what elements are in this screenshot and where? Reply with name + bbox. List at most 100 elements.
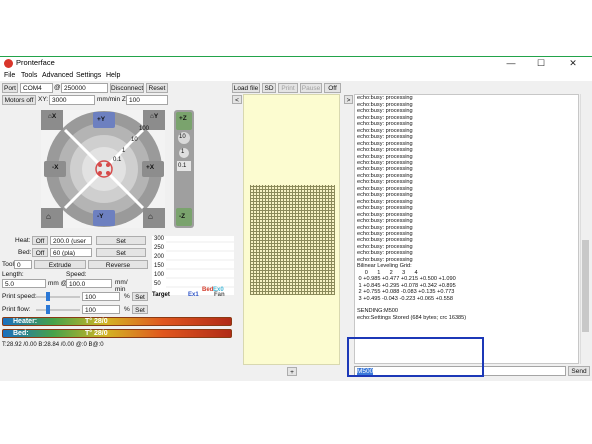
menu-tools[interactable]: Tools — [21, 72, 37, 79]
console-scroll-thumb[interactable] — [582, 240, 589, 332]
heater-bar-value: T° 28/0 — [85, 318, 108, 325]
graph-legend-item: Fan — [214, 292, 225, 298]
home-y-label[interactable]: ⌂Y — [150, 113, 158, 120]
bed-grid — [250, 185, 335, 295]
x-minus-label[interactable]: -X — [52, 164, 59, 171]
console-log[interactable]: echo:busy: processing echo:busy: processi… — [354, 94, 579, 364]
jog-step-0-1[interactable]: 0.1 — [113, 157, 121, 163]
expand-console-button[interactable]: > — [344, 95, 353, 104]
menu-advanced[interactable]: Advanced — [42, 72, 73, 79]
load-file-button[interactable]: Load file — [232, 83, 260, 93]
print-speed-set-button[interactable]: Set — [132, 292, 148, 301]
jog-control[interactable] — [38, 108, 198, 230]
length-input[interactable]: 5.0 — [2, 279, 46, 288]
collapse-left-button[interactable]: < — [232, 95, 242, 104]
close-button[interactable]: ✕ — [562, 57, 584, 69]
print-flow-input[interactable]: 100 — [82, 305, 120, 314]
z-plus-label[interactable]: +Z — [179, 115, 187, 122]
print-flow-label: Print flow: — [2, 306, 31, 313]
graph-y-tick: 150 — [154, 263, 165, 269]
home-x-label[interactable]: ⌂X — [48, 113, 56, 120]
home-z-corner — [143, 208, 165, 228]
xy-feed-input[interactable]: 3000 — [49, 95, 95, 105]
menu-help[interactable]: Help — [106, 72, 120, 79]
app-icon — [4, 59, 13, 68]
xy-feed-label: XY: — [38, 96, 49, 103]
bed-set-button[interactable]: Set — [96, 248, 146, 257]
print-flow-slider-track[interactable] — [36, 309, 80, 311]
home-all-corner — [41, 208, 63, 228]
z-feed-label: mm/min Z: — [97, 96, 128, 103]
z-step-10[interactable]: 10 — [179, 134, 186, 140]
reverse-button[interactable]: Reverse — [88, 260, 148, 269]
bed-temp-select[interactable]: 60 (pla) — [50, 248, 92, 257]
bed-off-button[interactable]: Off — [32, 248, 48, 257]
minimize-button[interactable]: — — [500, 57, 522, 69]
bed-bar-label: Bed: — [13, 330, 29, 337]
speed-unit: mm/ min — [115, 279, 128, 293]
print-speed-slider-track[interactable] — [36, 296, 80, 298]
graph-y-tick: 300 — [154, 236, 165, 242]
jog-step-1[interactable]: 1 — [122, 148, 125, 154]
print-button[interactable]: Print — [278, 83, 298, 93]
z-step-1[interactable]: 1 — [181, 149, 184, 155]
menu-settings[interactable]: Settings — [76, 72, 101, 79]
baud-select[interactable]: 250000 — [61, 83, 108, 93]
off-button[interactable]: Off — [324, 83, 341, 93]
y-minus-label[interactable]: -Y — [97, 213, 104, 220]
print-speed-label: Print speed: — [2, 293, 37, 300]
port-select[interactable]: COM4 — [20, 83, 53, 93]
print-flow-set-button[interactable]: Set — [132, 305, 148, 314]
bed-bar: Bed: T° 28/0 — [2, 329, 232, 338]
length-unit: mm @ — [48, 280, 68, 287]
home-all-icon[interactable]: ⌂ — [46, 212, 51, 221]
sd-button[interactable]: SD — [262, 83, 276, 93]
jog-center — [95, 160, 113, 178]
disconnect-button[interactable]: Disconnect — [110, 83, 144, 93]
z-minus-label[interactable]: -Z — [179, 213, 185, 220]
highlight-box — [347, 337, 484, 377]
graph-y-tick: 250 — [154, 245, 165, 251]
bed-label: Bed: — [18, 249, 32, 256]
maximize-button[interactable]: ☐ — [530, 57, 552, 69]
print-speed-slider-thumb[interactable] — [46, 292, 50, 301]
graph-legend-item: Ex1 — [188, 292, 199, 298]
baud-at-label: @ — [54, 84, 61, 91]
home-z-icon[interactable]: ⌂ — [148, 212, 153, 221]
menu-file[interactable]: File — [4, 72, 15, 79]
preview-scroll-button[interactable]: + — [287, 367, 297, 376]
motors-off-button[interactable]: Motors off — [2, 95, 36, 105]
print-flow-unit: % — [124, 306, 130, 313]
heat-off-button[interactable]: Off — [32, 236, 48, 245]
graph-legend-item: Target — [152, 292, 170, 298]
graph-y-tick: 100 — [154, 272, 165, 278]
graph-legend-item: Bed — [202, 287, 214, 293]
z-step-0-1[interactable]: 0.1 — [178, 163, 186, 169]
temperature-status: T:28.92 /0.00 B:28.84 /0.00 @:0 B@:0 — [2, 342, 104, 348]
jog-step-100[interactable]: 100 — [139, 126, 149, 132]
port-label: Port — [2, 83, 18, 93]
speed-input[interactable]: 100.0 — [66, 279, 112, 288]
graph-y-tick: 50 — [154, 281, 161, 287]
heat-label: Heat: — [15, 237, 31, 244]
window-title: Pronterface — [16, 58, 55, 67]
extrude-button[interactable]: Extrude — [34, 260, 86, 269]
x-plus-label[interactable]: +X — [146, 164, 154, 171]
jog-step-10[interactable]: 10 — [131, 137, 138, 143]
length-label: Length: — [2, 271, 24, 278]
heater-bar: Heater: T° 28/0 — [2, 317, 232, 326]
y-plus-label[interactable]: +Y — [97, 116, 105, 123]
pause-button[interactable]: Pause — [300, 83, 322, 93]
heat-temp-select[interactable]: 200.0 (user — [50, 236, 92, 245]
print-flow-slider-thumb[interactable] — [46, 305, 50, 314]
reset-button[interactable]: Reset — [146, 83, 168, 93]
z-feed-input[interactable]: 100 — [126, 95, 168, 105]
heat-set-button[interactable]: Set — [96, 236, 146, 245]
send-button[interactable]: Send — [568, 366, 590, 376]
print-speed-unit: % — [124, 293, 130, 300]
print-speed-input[interactable]: 100 — [82, 292, 120, 301]
tool-select[interactable]: 0 — [14, 260, 32, 269]
console-line: echo:Settings Stored (684 bytes; crc 163… — [357, 314, 467, 321]
bed-bar-value: T° 28/0 — [85, 330, 108, 337]
graph-y-tick: 200 — [154, 254, 165, 260]
